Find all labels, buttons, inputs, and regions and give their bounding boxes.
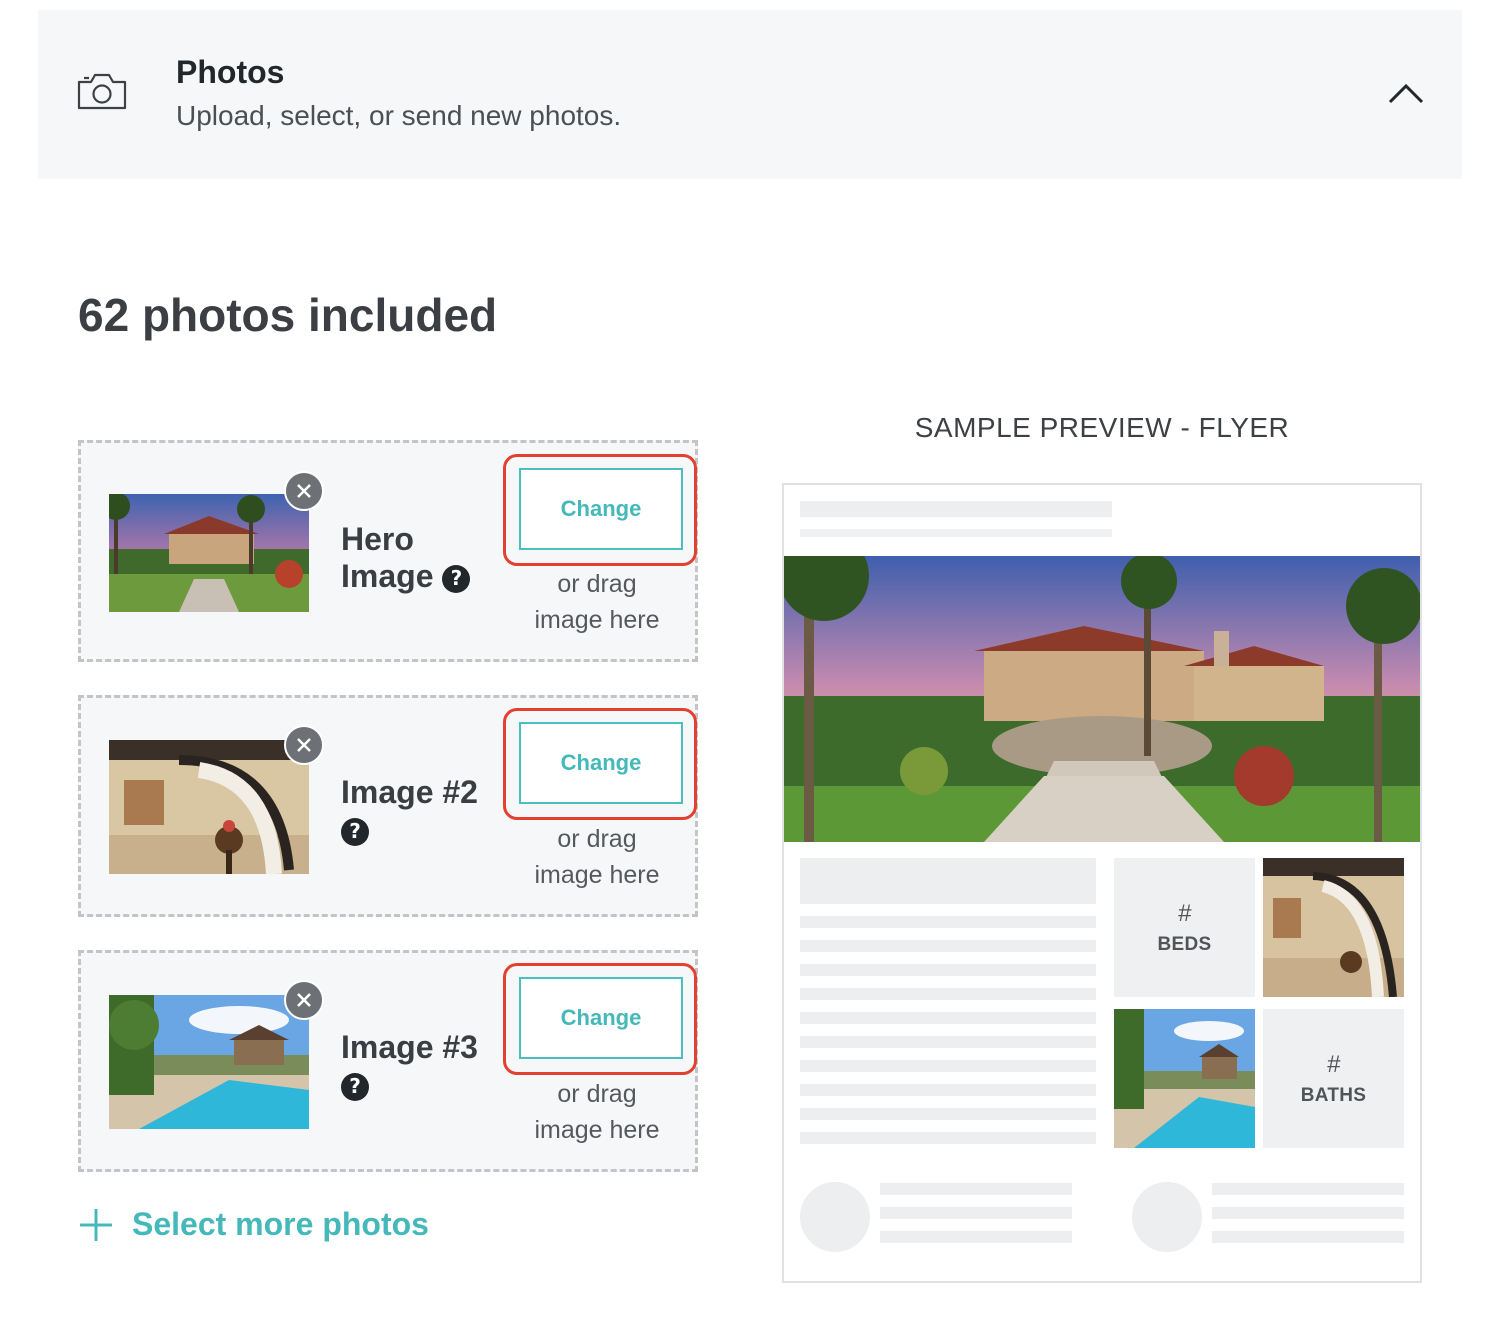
photo-slot-2[interactable]: Image #2 ? Change or drag image here bbox=[78, 695, 698, 917]
help-icon[interactable]: ? bbox=[341, 1072, 369, 1101]
help-icon[interactable]: ? bbox=[341, 817, 369, 846]
photo-count-heading: 62 photos included bbox=[78, 289, 498, 341]
remove-photo-button[interactable] bbox=[284, 471, 324, 511]
placeholder-line bbox=[800, 1012, 1096, 1024]
pool-backyard-thumbnail bbox=[109, 995, 309, 1129]
select-more-photos-link[interactable]: Select more photos bbox=[78, 1206, 429, 1243]
house-exterior-thumbnail bbox=[109, 494, 309, 612]
camera-icon bbox=[77, 73, 127, 110]
close-icon bbox=[297, 993, 311, 1007]
placeholder-bar bbox=[800, 529, 1112, 537]
close-icon bbox=[297, 738, 311, 752]
hero-image-preview bbox=[784, 556, 1420, 842]
beds-stat: # BEDS bbox=[1114, 858, 1255, 997]
flyer-preview: # BEDS # BATHS bbox=[782, 483, 1422, 1283]
baths-value: # bbox=[1326, 1050, 1341, 1078]
section-title: Photos bbox=[176, 54, 285, 90]
slot-label: Image #3 ? bbox=[341, 1029, 478, 1103]
placeholder-line bbox=[880, 1183, 1072, 1195]
baths-label: BATHS bbox=[1300, 1084, 1367, 1106]
placeholder-line bbox=[800, 1060, 1096, 1072]
placeholder-line bbox=[1212, 1231, 1404, 1243]
drag-hint: or drag image here bbox=[534, 570, 660, 634]
slot-label: Image #2 ? bbox=[341, 774, 478, 848]
chevron-up-icon[interactable] bbox=[1386, 78, 1426, 108]
change-photo-button[interactable]: Change bbox=[519, 468, 683, 550]
placeholder-line bbox=[800, 1036, 1096, 1048]
placeholder-line bbox=[1212, 1183, 1404, 1195]
drag-hint: or drag image here bbox=[534, 1080, 660, 1144]
plus-icon bbox=[80, 1208, 112, 1241]
remove-photo-button[interactable] bbox=[284, 725, 324, 765]
placeholder-line bbox=[800, 988, 1096, 1000]
pool-preview-image bbox=[1114, 1009, 1255, 1148]
preview-title: SAMPLE PREVIEW - FLYER bbox=[914, 412, 1290, 443]
placeholder-line bbox=[800, 1084, 1096, 1096]
photo-slot-3[interactable]: Image #3 ? Change or drag image here bbox=[78, 950, 698, 1172]
staircase-interior-thumbnail bbox=[109, 740, 309, 874]
section-subtitle: Upload, select, or send new photos. bbox=[176, 100, 622, 131]
beds-label: BEDS bbox=[1157, 933, 1212, 955]
placeholder-line bbox=[800, 1132, 1096, 1144]
select-more-label[interactable]: Select more photos bbox=[132, 1206, 429, 1243]
beds-value: # bbox=[1177, 899, 1192, 927]
agent-avatar-placeholder bbox=[800, 1182, 870, 1252]
placeholder-line bbox=[880, 1207, 1072, 1219]
placeholder-line bbox=[800, 940, 1096, 952]
change-photo-button[interactable]: Change bbox=[519, 722, 683, 804]
staircase-preview-image bbox=[1263, 858, 1404, 997]
slot-label: Hero Image ? bbox=[341, 521, 471, 595]
photos-section-header[interactable] bbox=[38, 10, 1462, 179]
change-photo-button[interactable]: Change bbox=[519, 977, 683, 1059]
photo-slot-hero[interactable]: Hero Image ? Change or drag image here bbox=[78, 440, 698, 662]
placeholder-line bbox=[800, 1108, 1096, 1120]
placeholder-block bbox=[800, 858, 1096, 904]
drag-hint: or drag image here bbox=[534, 825, 660, 889]
agent-avatar-placeholder bbox=[1132, 1182, 1202, 1252]
placeholder-line bbox=[1212, 1207, 1404, 1219]
remove-photo-button[interactable] bbox=[284, 980, 324, 1020]
help-icon[interactable]: ? bbox=[442, 564, 471, 593]
placeholder-line bbox=[800, 964, 1096, 976]
placeholder-line bbox=[800, 916, 1096, 928]
placeholder-bar bbox=[800, 501, 1112, 517]
close-icon bbox=[297, 484, 311, 498]
baths-stat: # BATHS bbox=[1263, 1009, 1404, 1148]
placeholder-line bbox=[880, 1231, 1072, 1243]
